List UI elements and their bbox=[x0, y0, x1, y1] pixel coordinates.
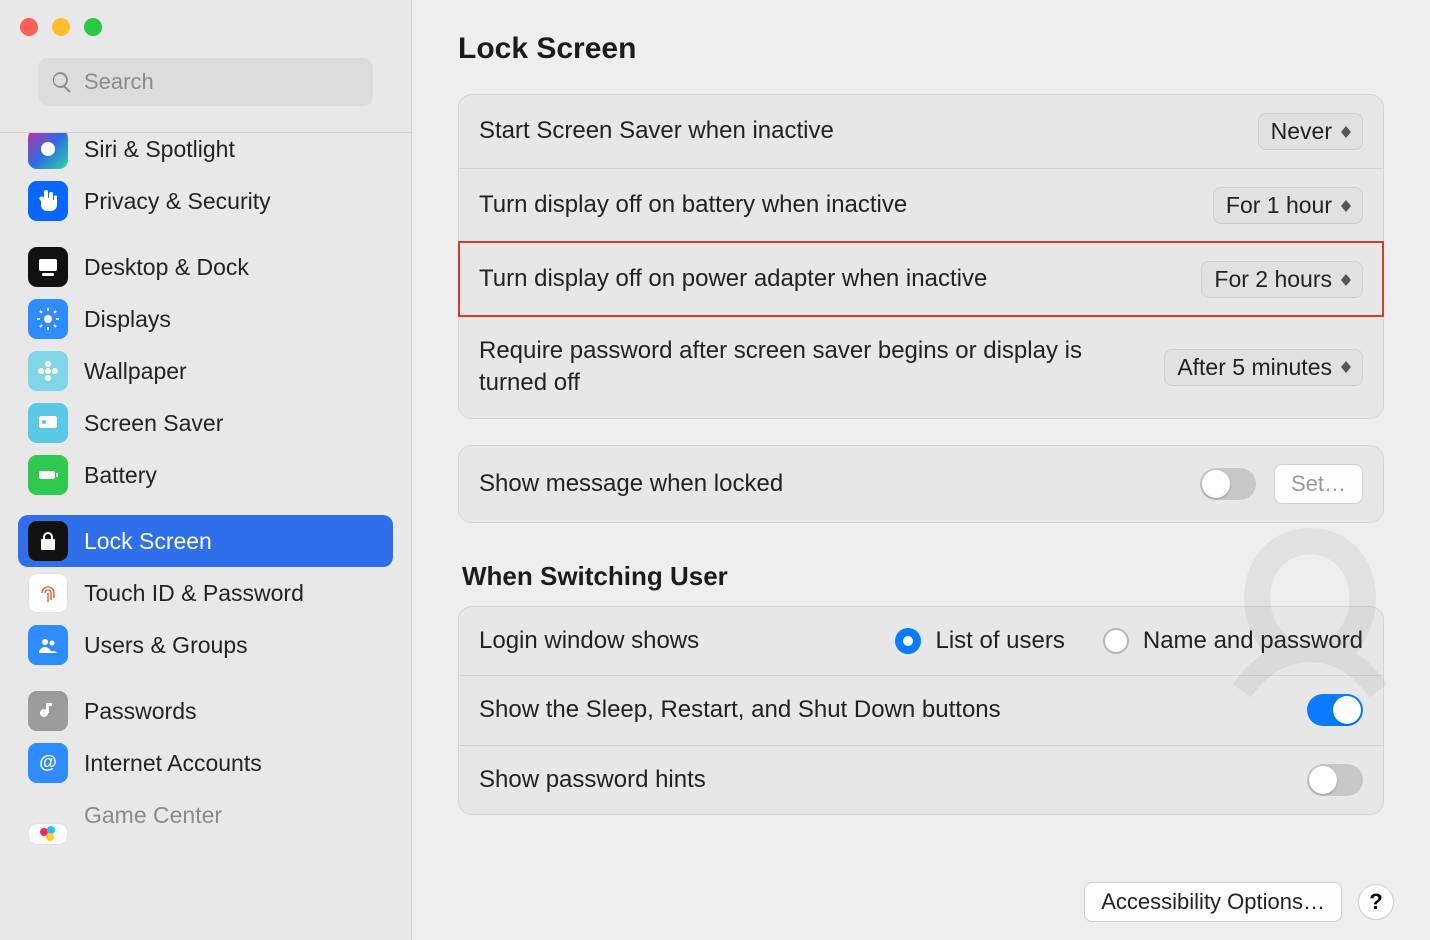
row-label: Start Screen Saver when inactive bbox=[479, 115, 834, 147]
radio-list-of-users[interactable] bbox=[895, 628, 921, 654]
sidebar-item-screen-saver[interactable]: Screen Saver bbox=[18, 397, 393, 449]
minimize-window-button[interactable] bbox=[52, 18, 70, 36]
popup-value: Never bbox=[1271, 118, 1332, 145]
sidebar-item-wallpaper[interactable]: Wallpaper bbox=[18, 345, 393, 397]
stepper-icon bbox=[1338, 274, 1354, 286]
at-icon: @ bbox=[28, 743, 68, 783]
sidebar-item-label: Internet Accounts bbox=[84, 750, 262, 777]
fingerprint-icon bbox=[28, 573, 68, 613]
sidebar-item-users-groups[interactable]: Users & Groups bbox=[18, 619, 393, 671]
close-window-button[interactable] bbox=[20, 18, 38, 36]
popup-display-off-battery[interactable]: For 1 hour bbox=[1213, 187, 1363, 224]
sidebar-item-label: Game Center bbox=[84, 802, 222, 829]
sidebar-item-siri-spotlight[interactable]: Siri & Spotlight bbox=[18, 133, 393, 175]
sidebar: Siri & Spotlight Privacy & Security Desk… bbox=[0, 0, 412, 940]
footer: Accessibility Options… ? bbox=[1084, 882, 1394, 922]
lock-icon bbox=[28, 521, 68, 561]
row-display-off-battery: Turn display off on battery when inactiv… bbox=[459, 168, 1383, 242]
row-label: Require password after screen saver begi… bbox=[479, 335, 1119, 400]
battery-icon bbox=[28, 455, 68, 495]
row-label: Show the Sleep, Restart, and Shut Down b… bbox=[479, 694, 1001, 726]
popup-screen-saver-inactive[interactable]: Never bbox=[1258, 113, 1363, 150]
toggle-sleep-restart-shutdown[interactable] bbox=[1307, 694, 1363, 726]
fullscreen-window-button[interactable] bbox=[84, 18, 102, 36]
sidebar-item-game-center[interactable]: Game Center bbox=[18, 789, 393, 841]
screensaver-icon bbox=[28, 403, 68, 443]
window-controls bbox=[20, 18, 391, 36]
stepper-icon bbox=[1338, 126, 1354, 138]
siri-icon bbox=[28, 133, 68, 169]
sidebar-item-passwords[interactable]: Passwords bbox=[18, 685, 393, 737]
message-card: Show message when locked Set… bbox=[458, 445, 1384, 523]
settings-card: Start Screen Saver when inactive Never T… bbox=[458, 94, 1384, 419]
search-icon bbox=[50, 70, 74, 94]
sidebar-item-label: Wallpaper bbox=[84, 358, 187, 385]
row-label: Turn display off on battery when inactiv… bbox=[479, 189, 907, 221]
switching-card: Login window shows List of users Name an… bbox=[458, 606, 1384, 815]
toggle-password-hints[interactable] bbox=[1307, 764, 1363, 796]
sidebar-item-label: Siri & Spotlight bbox=[84, 136, 235, 163]
sidebar-item-internet-accounts[interactable]: @ Internet Accounts bbox=[18, 737, 393, 789]
row-screen-saver-inactive: Start Screen Saver when inactive Never bbox=[459, 95, 1383, 168]
section-title-when-switching-user: When Switching User bbox=[462, 561, 1384, 592]
content-pane: Lock Screen Start Screen Saver when inac… bbox=[412, 0, 1430, 940]
set-message-button[interactable]: Set… bbox=[1274, 464, 1363, 504]
login-window-radio-group: List of users Name and password bbox=[895, 627, 1363, 655]
svg-text:@: @ bbox=[39, 752, 57, 772]
sidebar-item-label: Lock Screen bbox=[84, 528, 212, 555]
accessibility-options-button[interactable]: Accessibility Options… bbox=[1084, 882, 1342, 922]
row-login-window-shows: Login window shows List of users Name an… bbox=[459, 607, 1383, 675]
key-icon bbox=[28, 691, 68, 731]
sidebar-item-battery[interactable]: Battery bbox=[18, 449, 393, 501]
gamecenter-icon bbox=[28, 823, 68, 845]
toggle-show-message[interactable] bbox=[1200, 468, 1256, 500]
dock-icon bbox=[28, 247, 68, 287]
flower-icon bbox=[28, 351, 68, 391]
search-input[interactable] bbox=[38, 58, 373, 106]
popup-display-off-power-adapter[interactable]: For 2 hours bbox=[1201, 261, 1363, 298]
titlebar bbox=[0, 0, 411, 124]
stepper-icon bbox=[1338, 361, 1354, 373]
popup-value: For 2 hours bbox=[1214, 266, 1332, 293]
row-label: Show password hints bbox=[479, 764, 706, 796]
popup-value: For 1 hour bbox=[1226, 192, 1332, 219]
row-show-sleep-restart-shutdown: Show the Sleep, Restart, and Shut Down b… bbox=[459, 675, 1383, 744]
sidebar-item-displays[interactable]: Displays bbox=[18, 293, 393, 345]
popup-value: After 5 minutes bbox=[1177, 354, 1332, 381]
sidebar-item-label: Privacy & Security bbox=[84, 188, 271, 215]
radio-name-and-password[interactable] bbox=[1103, 628, 1129, 654]
sidebar-item-privacy-security[interactable]: Privacy & Security bbox=[18, 175, 393, 227]
row-require-password: Require password after screen saver begi… bbox=[459, 316, 1383, 418]
row-label: Login window shows bbox=[479, 625, 699, 657]
row-show-password-hints: Show password hints bbox=[459, 745, 1383, 814]
stepper-icon bbox=[1338, 200, 1354, 212]
popup-require-password[interactable]: After 5 minutes bbox=[1164, 349, 1363, 386]
sidebar-item-touch-id-password[interactable]: Touch ID & Password bbox=[18, 567, 393, 619]
sidebar-item-label: Touch ID & Password bbox=[84, 580, 304, 607]
row-show-message-when-locked: Show message when locked Set… bbox=[459, 446, 1383, 522]
hand-icon bbox=[28, 181, 68, 221]
sidebar-item-label: Passwords bbox=[84, 698, 196, 725]
sidebar-item-desktop-dock[interactable]: Desktop & Dock bbox=[18, 241, 393, 293]
sidebar-item-label: Displays bbox=[84, 306, 171, 333]
users-icon bbox=[28, 625, 68, 665]
radio-label: Name and password bbox=[1143, 627, 1363, 655]
row-label: Show message when locked bbox=[479, 468, 783, 500]
sidebar-item-label: Battery bbox=[84, 462, 157, 489]
sun-icon bbox=[28, 299, 68, 339]
sidebar-item-label: Users & Groups bbox=[84, 632, 248, 659]
help-button[interactable]: ? bbox=[1358, 884, 1394, 920]
page-title: Lock Screen bbox=[458, 32, 1384, 66]
sidebar-item-lock-screen[interactable]: Lock Screen bbox=[18, 515, 393, 567]
radio-label: List of users bbox=[935, 627, 1064, 655]
row-display-off-power-adapter: Turn display off on power adapter when i… bbox=[459, 242, 1383, 316]
sidebar-item-label: Screen Saver bbox=[84, 410, 223, 437]
sidebar-item-label: Desktop & Dock bbox=[84, 254, 249, 281]
row-label: Turn display off on power adapter when i… bbox=[479, 263, 987, 295]
sidebar-nav: Siri & Spotlight Privacy & Security Desk… bbox=[0, 133, 411, 940]
search-field-wrap bbox=[38, 58, 373, 106]
